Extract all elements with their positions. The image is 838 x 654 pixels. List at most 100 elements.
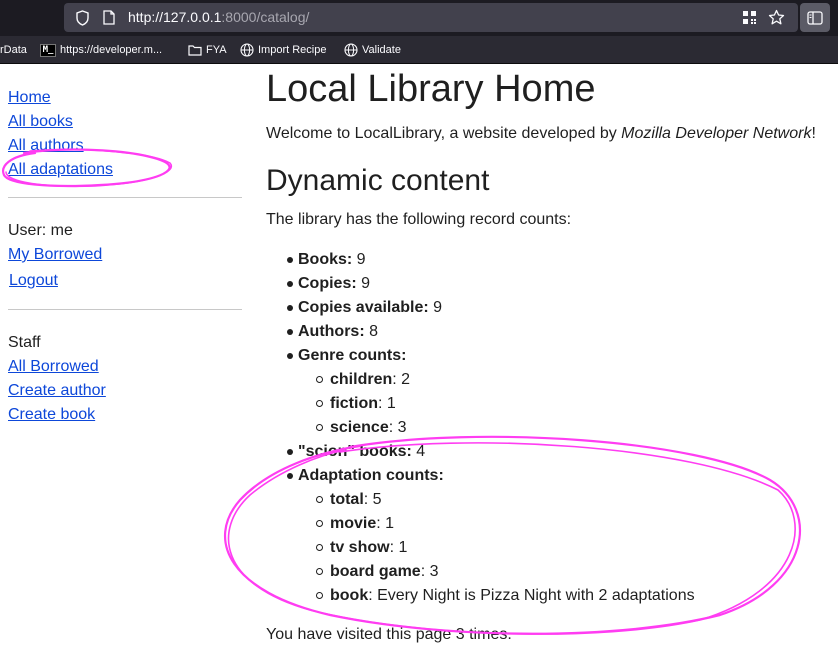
welcome-organization: Mozilla Developer Network	[621, 125, 812, 142]
bookmark-item-mdn[interactable]: M_ https://developer.m...	[40, 36, 162, 64]
adaptation-value: : 1	[389, 539, 408, 556]
bookmark-item[interactable]: rData	[0, 36, 27, 64]
welcome-suffix: !	[811, 125, 816, 142]
adaptation-item-total: total: 5	[330, 491, 382, 509]
bookmark-label: FYA	[206, 44, 227, 56]
url-text[interactable]: http://127.0.0.1:8000/catalog/	[128, 3, 309, 32]
list-item-authors: Authors: 8	[298, 323, 378, 341]
globe-icon	[240, 43, 254, 57]
adaptation-item-movie: movie: 1	[330, 515, 394, 533]
count-label: Adaptation counts:	[298, 467, 444, 484]
genre-value: : 1	[378, 395, 396, 412]
nav-link-all-books[interactable]: All books	[8, 113, 73, 131]
welcome-prefix: Welcome to LocalLibrary, a website devel…	[266, 125, 622, 142]
sublist-bullet	[316, 520, 323, 527]
record-counts-intro: The library has the following record cou…	[266, 211, 572, 228]
count-value: 8	[364, 323, 378, 340]
sublist-bullet	[316, 424, 323, 431]
count-label: Authors:	[298, 323, 365, 340]
sublist-bullet	[316, 400, 323, 407]
genre-value: : 2	[392, 371, 411, 388]
list-bullet	[287, 353, 293, 359]
genre-item-science: science: 3	[330, 419, 407, 437]
visit-count-text: You have visited this page 3 times.	[266, 626, 512, 643]
dynamic-content-heading: Dynamic content	[266, 164, 490, 197]
count-value: 9	[352, 251, 366, 268]
list-item-copies-available: Copies available: 9	[298, 299, 442, 317]
bookmark-item-validate[interactable]: Validate	[344, 36, 401, 64]
welcome-text: Welcome to LocalLibrary, a website devel…	[266, 125, 816, 143]
adaptation-value: : Every Night is Pizza Night with 2 adap…	[368, 587, 695, 604]
bookmark-star-icon[interactable]	[764, 3, 788, 32]
list-bullet	[287, 449, 293, 455]
address-bar[interactable]: http://127.0.0.1:8000/catalog/	[64, 3, 798, 32]
genre-label: science	[330, 419, 389, 436]
user-label: User: me	[8, 222, 73, 239]
sidebar-divider	[8, 309, 242, 310]
bookmark-item-folder[interactable]: FYA	[188, 36, 227, 64]
list-bullet	[287, 305, 293, 311]
nav-link-create-author[interactable]: Create author	[8, 382, 106, 400]
count-value: 9	[356, 275, 371, 292]
page-content: Home All books All authors All adaptatio…	[0, 65, 838, 654]
bookmark-label: rData	[0, 44, 27, 56]
sublist-bullet	[316, 568, 323, 575]
adaptation-item-board-game: board game: 3	[330, 563, 438, 581]
list-bullet	[287, 473, 293, 479]
adaptation-label: movie	[330, 515, 377, 532]
list-item-copies: Copies: 9	[298, 275, 370, 293]
list-bullet	[287, 281, 293, 287]
sublist-bullet	[316, 592, 323, 599]
shield-icon[interactable]	[72, 3, 92, 32]
bookmarks-toolbar: rData M_ https://developer.m... FYA Impo…	[0, 36, 838, 64]
genre-item-fiction: fiction: 1	[330, 395, 396, 413]
count-value: 9	[428, 299, 443, 316]
adaptation-label: tv show	[330, 539, 390, 556]
nav-link-my-borrowed[interactable]: My Borrowed	[8, 246, 102, 264]
staff-label: Staff	[8, 334, 41, 351]
url-path: :8000/catalog/	[221, 9, 310, 25]
qr-code-icon[interactable]	[738, 3, 760, 32]
sublist-bullet	[316, 376, 323, 383]
sublist-bullet	[316, 544, 323, 551]
page-title: Local Library Home	[266, 68, 596, 110]
genre-item-children: children: 2	[330, 371, 410, 389]
count-value: 4	[411, 443, 426, 460]
genre-label: children	[330, 371, 393, 388]
nav-link-all-adaptations[interactable]: All adaptations	[8, 161, 113, 179]
logout-link[interactable]: Logout	[9, 272, 58, 290]
adaptation-label: board game	[330, 563, 421, 580]
list-bullet	[287, 329, 293, 335]
adaptation-value: : 5	[363, 491, 382, 508]
list-bullet	[287, 257, 293, 263]
adaptation-item-book: book: Every Night is Pizza Night with 2 …	[330, 587, 695, 605]
nav-link-all-authors[interactable]: All authors	[8, 137, 84, 155]
browser-toolbar: http://127.0.0.1:8000/catalog/	[0, 0, 838, 36]
adaptation-label: book	[330, 587, 369, 604]
bookmark-item-import-recipe[interactable]: Import Recipe	[240, 36, 326, 64]
url-host: http://127.0.0.1	[128, 9, 222, 25]
mdn-logo-icon: M_	[40, 43, 56, 57]
adaptation-item-tv-show: tv show: 1	[330, 539, 407, 557]
genre-value: : 3	[388, 419, 407, 436]
nav-link-home[interactable]: Home	[8, 89, 51, 107]
count-label: Copies available:	[298, 299, 429, 316]
bookmark-label: Import Recipe	[258, 44, 327, 56]
adaptation-value: : 1	[376, 515, 395, 532]
bookmark-label: https://developer.m...	[60, 44, 163, 56]
count-label: Genre counts:	[298, 347, 407, 364]
sidebar-toggle-icon[interactable]	[800, 3, 830, 32]
count-label: Books:	[298, 251, 353, 268]
nav-link-all-borrowed[interactable]: All Borrowed	[8, 358, 99, 376]
genre-label: fiction	[330, 395, 378, 412]
folder-icon	[188, 44, 202, 56]
page-icon[interactable]	[100, 3, 118, 32]
adaptation-value: : 3	[420, 563, 439, 580]
bookmark-label: Validate	[362, 44, 401, 56]
list-item-books: Books: 9	[298, 251, 366, 269]
sublist-bullet	[316, 496, 323, 503]
count-label: "scion" books:	[298, 443, 412, 460]
adaptation-label: total	[330, 491, 364, 508]
list-item-scion-books: "scion" books: 4	[298, 443, 425, 461]
nav-link-create-book[interactable]: Create book	[8, 406, 95, 424]
